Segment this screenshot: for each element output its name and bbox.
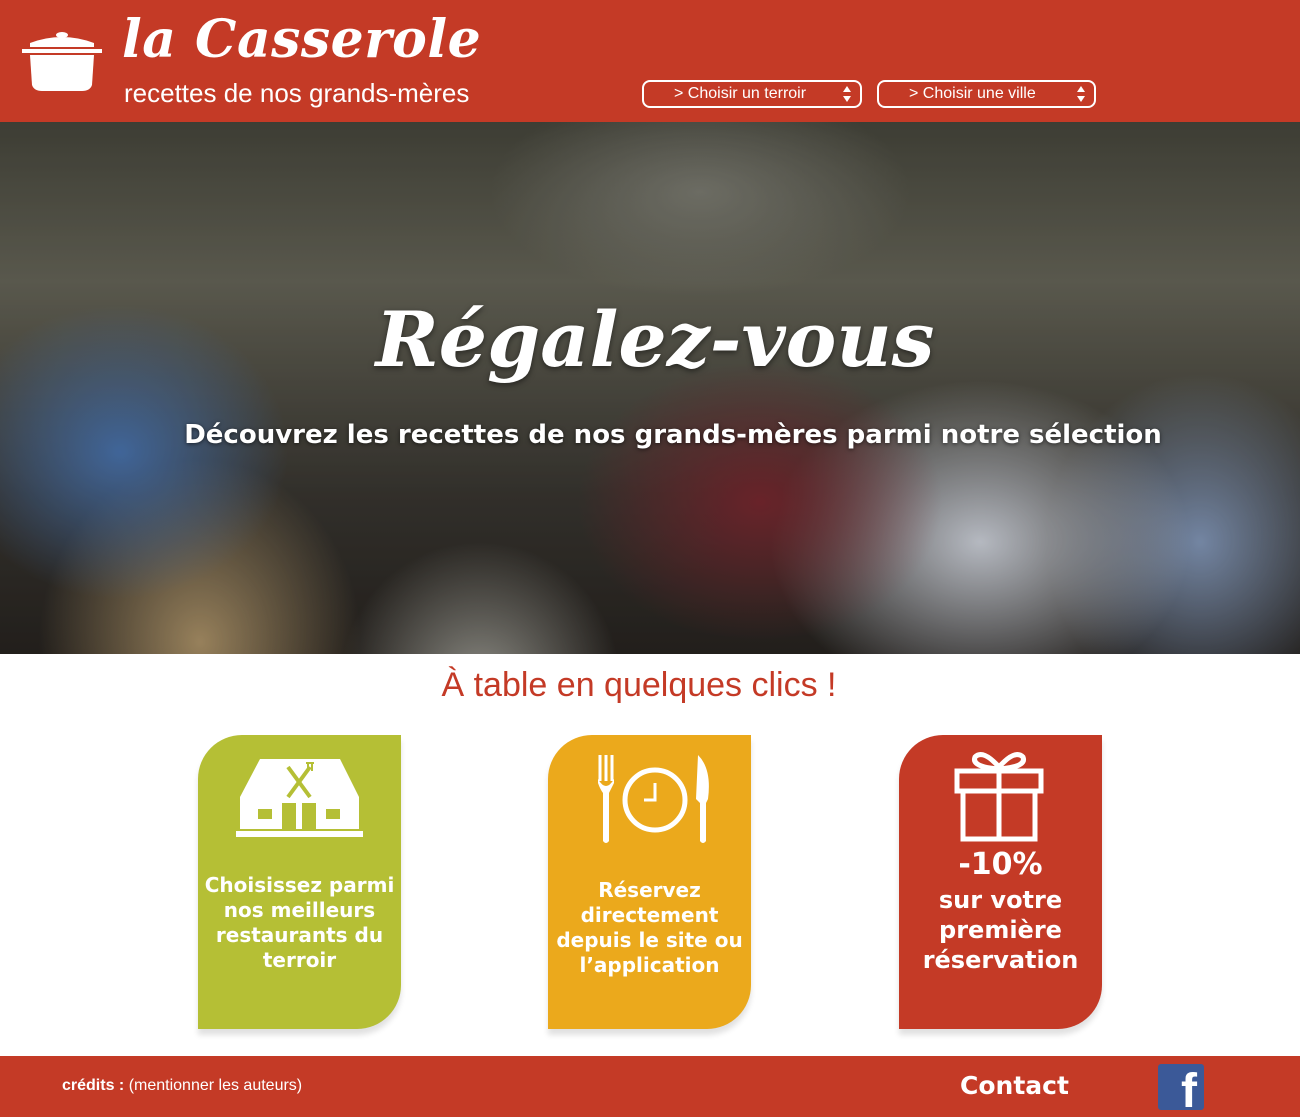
gift-icon xyxy=(954,752,1044,842)
card-reservation[interactable]: Réservez directement depuis le site ou l… xyxy=(548,735,751,1029)
hero-title: Régalez-vous xyxy=(375,295,935,384)
credits-text: (mentionner les auteurs) xyxy=(128,1077,303,1094)
brand-tagline: recettes de nos grands-mères xyxy=(124,78,470,108)
facebook-glyph: f xyxy=(1181,1065,1197,1118)
card-discount[interactable]: -10% sur votre première réservation xyxy=(899,735,1102,1029)
contact-link[interactable]: Contact xyxy=(960,1073,1069,1098)
section-title: À table en quelques clics ! xyxy=(441,666,837,704)
facebook-icon[interactable]: f xyxy=(1158,1064,1204,1116)
site-header: la Casserole recettes de nos grands-mère… xyxy=(0,0,1300,122)
hero-photo-overlay xyxy=(0,122,1300,654)
hero-subtitle: Découvrez les recettes de nos grands-mèr… xyxy=(184,420,1162,450)
up-down-arrows-icon xyxy=(1077,86,1085,102)
card-reservation-text: Réservez directement depuis le site ou l… xyxy=(556,878,743,977)
brand-title[interactable]: la Casserole xyxy=(122,14,481,66)
restaurant-icon xyxy=(236,759,363,837)
select-terroir-label: > Choisir un terroir xyxy=(674,85,807,102)
card-restaurants[interactable]: Choisissez parmi nos meilleurs restauran… xyxy=(198,735,401,1029)
select-ville-dropdown[interactable]: > Choisir une ville xyxy=(877,80,1096,108)
card-discount-text: sur votre première réservation xyxy=(922,886,1079,974)
select-terroir-dropdown[interactable]: > Choisir un terroir xyxy=(642,80,862,108)
select-ville-label: > Choisir une ville xyxy=(909,85,1036,102)
site-footer: crédits : (mentionner les auteurs) Conta… xyxy=(0,1056,1300,1117)
card-restaurants-text: Choisissez parmi nos meilleurs restauran… xyxy=(204,873,395,972)
fork-clock-knife-icon xyxy=(598,755,709,843)
discount-percentage: -10% xyxy=(958,847,1043,882)
casserole-logo-icon[interactable] xyxy=(20,27,104,93)
up-down-arrows-icon xyxy=(843,86,851,102)
credits-label: crédits : xyxy=(62,1077,125,1094)
hero-banner: Régalez-vous Découvrez les recettes de n… xyxy=(0,122,1300,654)
credits: crédits : (mentionner les auteurs) xyxy=(62,1078,302,1094)
